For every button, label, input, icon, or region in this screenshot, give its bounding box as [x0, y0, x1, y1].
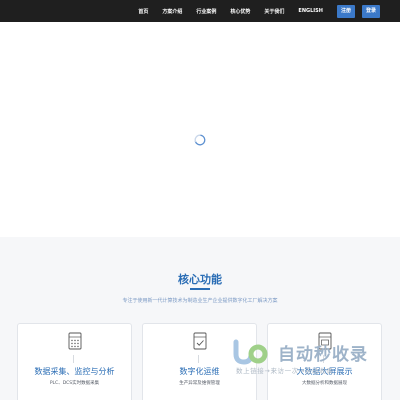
nav-about[interactable]: 关于我们 — [264, 8, 284, 15]
nav-english[interactable]: ENGLISH — [298, 8, 323, 14]
card-title: 数据采集、监控与分析 — [34, 367, 115, 376]
nav-home[interactable]: 首页 — [138, 8, 148, 15]
feature-card-bigscreen[interactable]: 大数据大屏展示 大数据分析和数据展现 — [267, 323, 382, 400]
login-button[interactable]: 登录 — [361, 4, 380, 18]
core-features-section: 核心功能 专注于使用新一代计算技术为制造业生产企业提供数字化工厂解决方案 数据采… — [0, 237, 400, 400]
card-divider — [73, 355, 74, 363]
section-subtitle: 专注于使用新一代计算技术为制造业生产企业提供数字化工厂解决方案 — [122, 298, 278, 304]
server-rack-icon — [68, 332, 82, 350]
card-description: 生产异常及维保管理 — [179, 381, 220, 386]
title-underline — [190, 288, 210, 290]
maintenance-doc-icon — [193, 332, 207, 350]
card-description: 大数据分析和数据展现 — [302, 381, 347, 386]
nav-advantages[interactable]: 核心优势 — [230, 8, 250, 15]
card-divider — [198, 355, 199, 363]
auth-buttons: 注册 登录 — [336, 4, 380, 18]
card-title: 大数据大屏展示 — [296, 367, 353, 376]
feature-card-digital-ops[interactable]: 数字化运维 生产异常及维保管理 — [142, 323, 257, 400]
hero-banner — [0, 22, 400, 237]
bigscreen-display-icon — [318, 332, 332, 350]
register-button[interactable]: 注册 — [336, 4, 355, 18]
section-title: 核心功能 — [178, 273, 222, 286]
feature-card-data-collection[interactable]: 数据采集、监控与分析 PLC、DCS实时数据采集 — [17, 323, 132, 400]
card-divider — [323, 355, 324, 363]
main-nav: 首页 方案介绍 行业案例 核心优势 关于我们 ENGLISH — [138, 0, 323, 22]
nav-cases[interactable]: 行业案例 — [196, 8, 216, 15]
nav-solutions[interactable]: 方案介绍 — [162, 8, 182, 15]
spinner-icon — [194, 134, 206, 146]
card-title: 数字化运维 — [179, 367, 220, 376]
top-navbar: 首页 方案介绍 行业案例 核心优势 关于我们 ENGLISH 注册 登录 — [0, 0, 400, 22]
card-description: PLC、DCS实时数据采集 — [49, 381, 100, 386]
